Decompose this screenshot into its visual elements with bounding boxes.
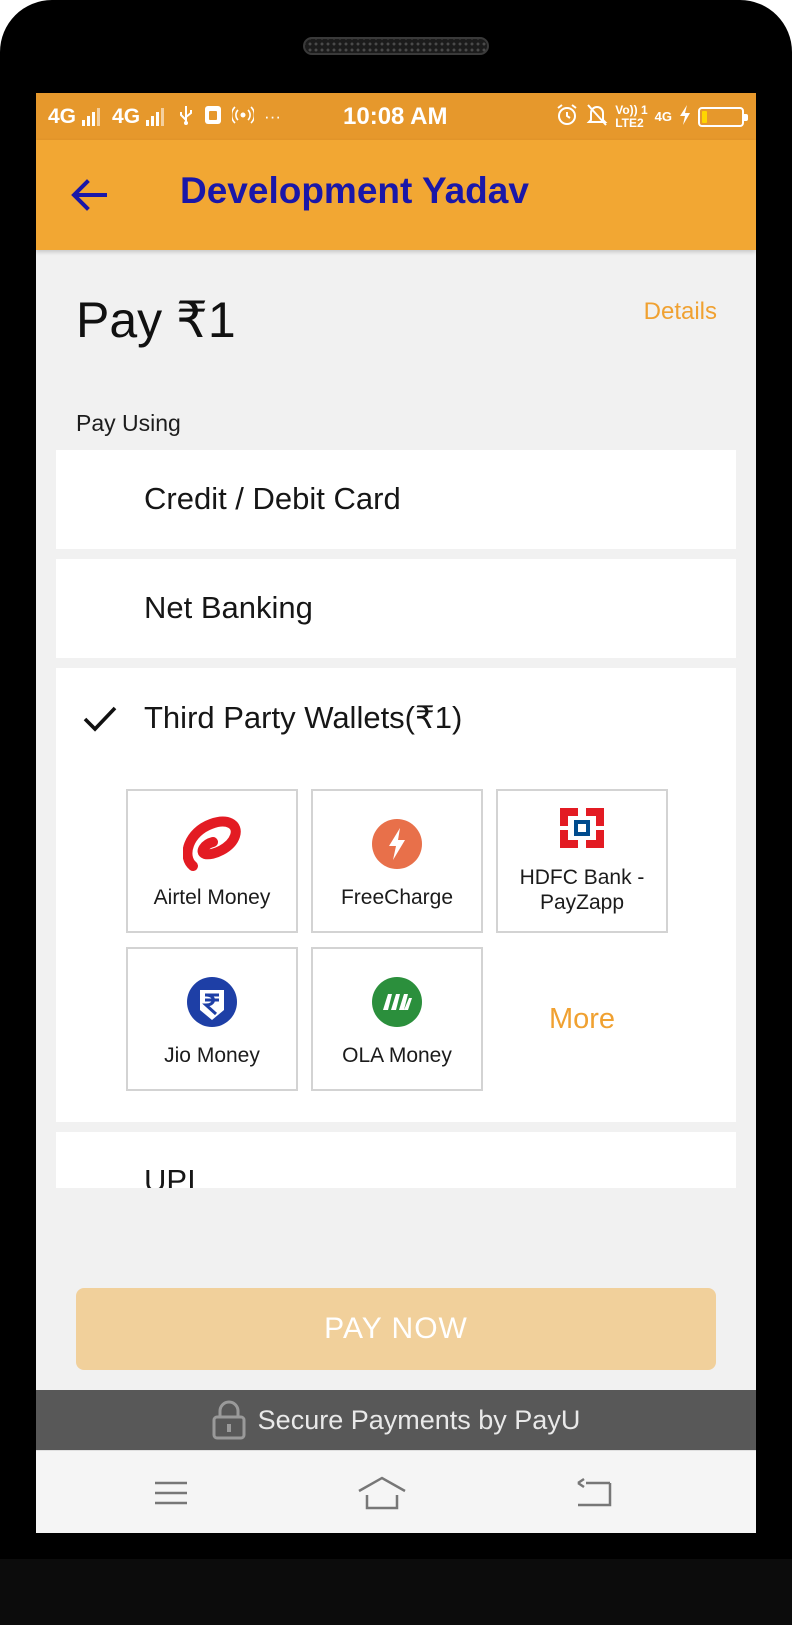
battery-icon	[698, 106, 748, 127]
hdfc-logo-icon	[558, 805, 606, 851]
payment-options-list[interactable]: Credit / Debit Card Net Banking Third Pa…	[56, 450, 736, 1188]
sim-icon	[204, 105, 222, 130]
notifications-off-icon	[586, 103, 608, 130]
home-button[interactable]	[352, 1473, 412, 1513]
freecharge-logo-icon	[371, 813, 423, 875]
earpiece-speaker	[303, 37, 489, 55]
airtel-logo-icon	[183, 813, 241, 875]
usb-icon	[178, 105, 194, 130]
system-nav-bar	[36, 1450, 756, 1533]
details-link[interactable]: Details	[644, 298, 717, 326]
menu-button[interactable]	[141, 1473, 201, 1513]
network-type-right: 4G	[654, 109, 672, 124]
screen: 4G 4G ··· 10:08 AM Vo)) 1 LTE2 4G Develo…	[36, 93, 756, 1533]
signal-icon	[146, 108, 165, 126]
check-icon	[83, 706, 117, 732]
wallet-name: Airtel Money	[153, 886, 271, 909]
option-credit-debit-card[interactable]: Credit / Debit Card	[56, 450, 736, 549]
option-net-banking[interactable]: Net Banking	[56, 559, 736, 658]
return-icon	[577, 1477, 612, 1507]
secure-label: Secure Payments by PayU	[257, 1404, 581, 1435]
signal-icon	[82, 108, 101, 126]
wallet-name: HDFC Bank - PayZapp	[519, 866, 645, 914]
clock: 10:08 AM	[343, 103, 448, 130]
home-icon	[358, 1476, 406, 1510]
network-type-1: 4G	[48, 105, 77, 128]
option-upi[interactable]: UPI	[56, 1132, 736, 1188]
option-label: Credit / Debit Card	[144, 481, 401, 516]
wallet-ola-money[interactable]: OLA Money	[311, 947, 483, 1091]
secure-payments-footer: Secure Payments by PayU	[36, 1390, 756, 1450]
status-right-group: Vo)) 1 LTE2 4G	[555, 102, 748, 130]
jio-money-logo-icon	[186, 971, 238, 1033]
back-nav-button[interactable]	[564, 1473, 624, 1513]
alarm-icon	[555, 103, 579, 130]
option-label: Net Banking	[144, 590, 313, 625]
status-left-group: 4G 4G ···	[48, 105, 283, 129]
menu-icon	[155, 1481, 187, 1505]
pay-using-label: Pay Using	[76, 410, 181, 436]
app-bar: Development Yadav	[36, 140, 756, 250]
volte-indicator: Vo)) 1 LTE2	[615, 102, 648, 130]
app-title: Development Yadav	[180, 170, 529, 211]
hotspot-icon	[230, 105, 256, 129]
pay-amount: Pay ₹1	[76, 292, 236, 348]
ola-money-logo-icon	[371, 971, 423, 1033]
more-notifications-icon: ···	[264, 107, 282, 126]
arrow-left-icon	[71, 179, 107, 211]
back-button[interactable]	[66, 172, 112, 218]
network-type-2: 4G	[112, 105, 141, 128]
wallet-freecharge[interactable]: FreeCharge	[311, 789, 483, 933]
option-third-party-wallets[interactable]: Third Party Wallets(₹1) Airtel Money Fre…	[56, 668, 736, 1122]
wallet-airtel-money[interactable]: Airtel Money	[126, 789, 298, 933]
option-label: Third Party Wallets(₹1)	[144, 700, 463, 735]
battery-level	[702, 110, 707, 123]
more-wallets-link[interactable]: More	[496, 947, 668, 1091]
charging-icon	[679, 104, 691, 129]
lock-icon	[212, 1400, 246, 1440]
status-bar: 4G 4G ··· 10:08 AM Vo)) 1 LTE2 4G	[36, 93, 756, 140]
phone-bottom-rim	[0, 1559, 792, 1625]
wallet-name: FreeCharge	[340, 886, 454, 909]
pay-now-button[interactable]: PAY NOW	[76, 1288, 716, 1370]
wallet-hdfc-payzapp[interactable]: HDFC Bank - PayZapp	[496, 789, 668, 933]
option-label: UPI	[144, 1163, 196, 1188]
phone-frame: 4G 4G ··· 10:08 AM Vo)) 1 LTE2 4G Develo…	[0, 0, 792, 1625]
wallet-name: OLA Money	[342, 1044, 452, 1067]
wallet-jio-money[interactable]: Jio Money	[126, 947, 298, 1091]
wallet-name: Jio Money	[164, 1044, 260, 1067]
